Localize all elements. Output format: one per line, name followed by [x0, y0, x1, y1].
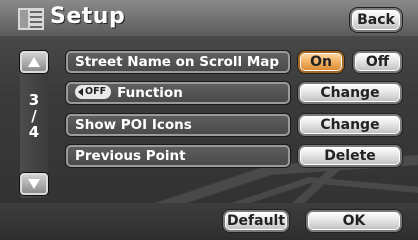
off-function-setting-label: OFF Function [66, 82, 290, 104]
ok-button[interactable]: OK [306, 210, 402, 232]
triangle-left-icon [78, 88, 83, 96]
list-icon [18, 8, 44, 30]
off-button-icon: OFF [75, 85, 112, 99]
page-separator: / [31, 107, 37, 125]
street-name-off-button[interactable]: Off [353, 51, 402, 73]
chevron-down-icon [28, 179, 40, 189]
poi-icons-change-button[interactable]: Change [298, 114, 402, 136]
row-label-text: Street Name on Scroll Map [75, 54, 280, 70]
back-button[interactable]: Back [350, 8, 402, 32]
previous-point-label: Previous Point [66, 145, 290, 167]
scroll-down-button[interactable] [20, 173, 48, 195]
scroll-up-button[interactable] [20, 51, 48, 73]
previous-point-delete-button[interactable]: Delete [298, 145, 402, 167]
off-badge-text: OFF [85, 86, 107, 97]
street-name-on-button[interactable]: On [298, 51, 344, 73]
page-total: 4 [28, 123, 40, 141]
default-button[interactable]: Default [223, 210, 289, 232]
page-indicator: 3 / 4 [20, 92, 48, 140]
chevron-up-icon [28, 57, 40, 67]
page-current: 3 [28, 91, 40, 109]
setup-screen: Setup Back 3 / 4 Street Name on Scroll M… [0, 0, 418, 240]
off-function-change-button[interactable]: Change [298, 82, 402, 104]
row-label-text: Show POI Icons [75, 117, 192, 133]
row-label-text: Function [117, 85, 183, 101]
show-poi-icons-label: Show POI Icons [66, 114, 290, 136]
page-title: Setup [50, 4, 126, 29]
street-name-setting-label: Street Name on Scroll Map [66, 51, 290, 73]
row-label-text: Previous Point [75, 148, 186, 164]
